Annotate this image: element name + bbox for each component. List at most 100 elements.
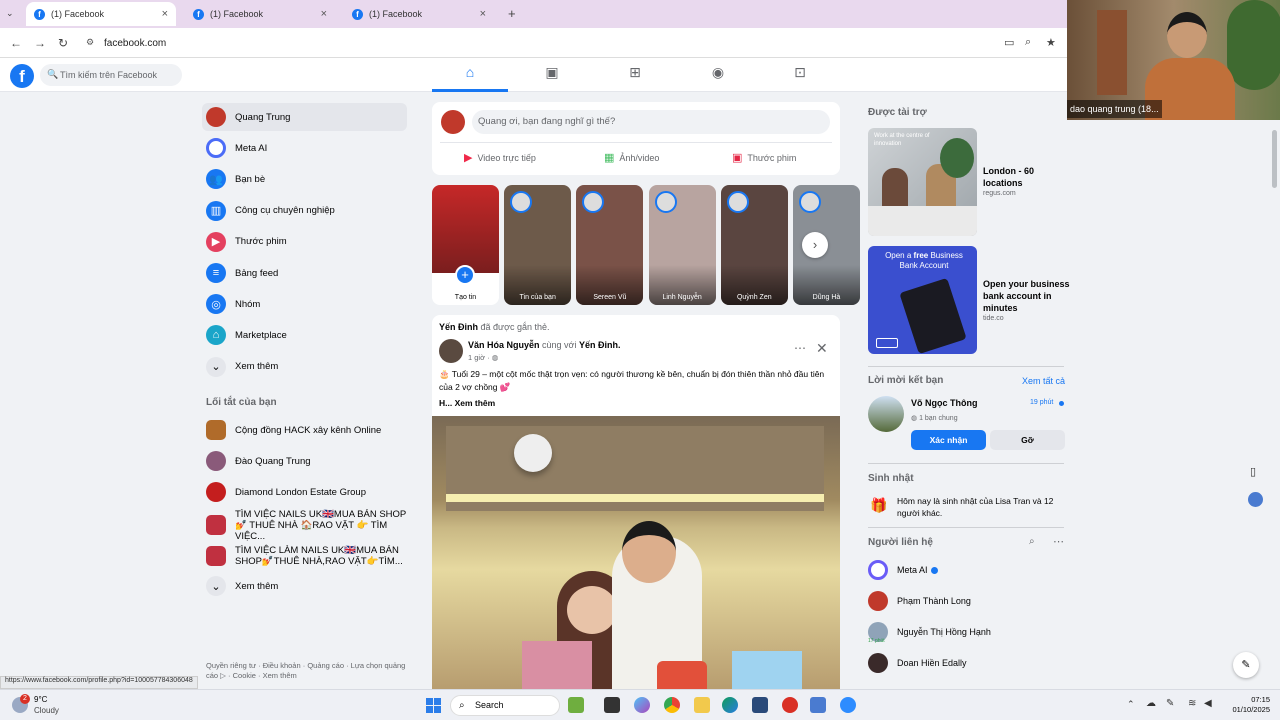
url-field[interactable]: ⚙ facebook.com — [80, 33, 1000, 53]
story-card[interactable]: Quỳnh Zen — [720, 185, 788, 305]
nav-video-tab[interactable]: ▣ — [514, 64, 590, 92]
birthday-text[interactable]: Hôm nay là sinh nhật của Lisa Tran và 12… — [897, 495, 1067, 519]
sidebar-item[interactable]: ▥ Công cụ chuyên nghiệp — [202, 197, 407, 225]
nav-marketplace-tab[interactable]: ⊞ — [597, 64, 673, 92]
post-photo[interactable] — [432, 416, 840, 695]
taskbar-widget-icon[interactable] — [568, 697, 584, 713]
chrome-icon[interactable] — [664, 697, 680, 713]
shortcut-item[interactable]: TÌM VIỆC LÀM NAILS UK🇬🇧MUA BÁN SHOP💅THUÊ… — [202, 541, 407, 571]
file-explorer-icon[interactable] — [694, 697, 710, 713]
shortcut-item[interactable]: TÌM VIỆC NAILS UK🇬🇧MUA BÁN SHOP 💅 THUÊ N… — [202, 509, 407, 542]
clock[interactable]: 07:15 01/10/2025 — [1226, 695, 1270, 715]
browser-tab[interactable]: f (1) Facebook × — [185, 2, 335, 26]
see-all-link[interactable]: Xem tất cả — [1022, 376, 1065, 386]
browser-tab[interactable]: f (1) Facebook × — [344, 2, 494, 26]
post-author-avatar[interactable] — [439, 339, 463, 363]
friend-request-name[interactable]: Võ Ngọc Thông — [911, 398, 978, 408]
task-view-icon[interactable] — [604, 697, 620, 713]
copilot-icon[interactable] — [634, 697, 650, 713]
footer-links[interactable]: Quyền riêng tư · Điều khoản · Quảng cáo … — [206, 661, 406, 681]
tray-pen-icon[interactable]: ✎ — [1166, 698, 1174, 709]
contact-item[interactable]: Doan Hiền Edally — [868, 651, 967, 675]
story-card[interactable]: Sereen Vũ — [576, 185, 644, 305]
post-close-icon[interactable]: ✕ — [816, 340, 828, 357]
composer-action-button[interactable]: ▦ Ảnh/video — [604, 151, 659, 164]
nav-home-tab[interactable]: ⌂ — [432, 64, 508, 92]
nav-groups-tab[interactable]: ◉ — [680, 64, 756, 92]
cast-icon[interactable]: ▭ — [1004, 36, 1014, 49]
shortcuts-see-more[interactable]: ⌄ Xem thêm — [202, 572, 407, 600]
reload-icon[interactable]: ↻ — [58, 36, 68, 50]
site-settings-icon[interactable]: ⚙ — [86, 37, 94, 48]
weather-temp[interactable]: 9°C — [34, 695, 47, 704]
facebook-logo[interactable]: f — [10, 64, 34, 88]
taskbar-search-box[interactable]: ⌕ Search — [450, 695, 560, 716]
zoom-app-icon[interactable] — [840, 697, 856, 713]
sidebar-item[interactable]: Quang Trung — [202, 103, 407, 131]
story-avatar-ring — [799, 191, 821, 213]
tray-chevron-up-icon[interactable]: ⌃ — [1127, 699, 1135, 710]
search-input[interactable]: 🔍 Tìm kiếm trên Facebook — [40, 64, 182, 86]
story-label: Sereen Vũ — [593, 294, 627, 301]
shortcut-item[interactable]: Cộng đồng HACK xây kênh Online — [202, 416, 407, 444]
browser-tab[interactable]: f (1) Facebook × — [26, 2, 176, 26]
post-time[interactable]: 1 giờ · ◍ — [468, 353, 498, 362]
ad-title-regus[interactable]: London - 60 locations — [983, 165, 1073, 189]
back-arrow-icon[interactable]: ← — [10, 36, 22, 50]
contacts-search-icon[interactable]: ⌕ — [1029, 536, 1035, 547]
sidebar-item[interactable]: Meta AI — [202, 134, 407, 162]
sidebar-item[interactable]: ▶ Thước phim — [202, 228, 407, 256]
new-message-edit-icon[interactable]: ✎ — [1233, 652, 1259, 678]
post-with-name[interactable]: Yến Đinh. — [579, 340, 621, 350]
tab-close-icon[interactable]: × — [321, 8, 327, 20]
contact-item[interactable]: Nguyễn Thị Hồng Hạnh 17 phút — [868, 620, 991, 644]
stories-next-chevron-icon[interactable]: › — [802, 232, 828, 258]
friend-request-avatar[interactable] — [868, 396, 904, 432]
nav-gaming-tab[interactable]: ⊡ — [762, 64, 838, 92]
contacts-more-icon[interactable]: ⋯ — [1053, 535, 1064, 548]
story-card[interactable]: + Tạo tin — [432, 185, 499, 305]
sidebar-item[interactable]: ⌄ Xem thêm — [202, 353, 407, 381]
ad-image-tide[interactable]: Open a free Business Bank Account — [868, 246, 977, 354]
new-tab-plus-icon[interactable]: + — [508, 6, 516, 21]
sidebar-item[interactable]: 👥 Bạn bè — [202, 165, 407, 193]
confirm-friend-button[interactable]: Xác nhận — [911, 430, 986, 450]
composer-avatar[interactable] — [441, 110, 465, 134]
tab-close-icon[interactable]: × — [162, 8, 168, 20]
volume-icon[interactable]: ◀ — [1204, 698, 1212, 709]
story-card[interactable]: Tin của bạn — [504, 185, 572, 305]
composer-action-button[interactable]: ▶ Video trực tiếp — [464, 151, 536, 164]
contact-item[interactable]: Phạm Thành Long — [868, 589, 971, 613]
tray-cloud-icon[interactable]: ☁ — [1146, 698, 1156, 709]
composer-action-button[interactable]: ▣ Thước phim — [732, 151, 796, 164]
edge-icon[interactable] — [722, 697, 738, 713]
tab-close-icon[interactable]: × — [480, 8, 486, 20]
delete-request-button[interactable]: Gỡ — [990, 430, 1065, 450]
post-more-options-icon[interactable]: ⋯ — [794, 341, 806, 355]
sidebar-item[interactable]: ◎ Nhóm — [202, 290, 407, 318]
page-scrollbar[interactable] — [1272, 130, 1277, 188]
post-author[interactable]: Văn Hóa Nguyễn — [468, 340, 540, 350]
zoom-icon[interactable]: ⌕ — [1025, 36, 1031, 49]
shortcut-item[interactable]: Đào Quang Trung — [202, 447, 407, 475]
forward-arrow-icon[interactable]: → — [34, 36, 46, 50]
windows-start-icon[interactable] — [426, 698, 441, 713]
shortcut-item[interactable]: Diamond London Estate Group — [202, 478, 407, 506]
reading-list-icon[interactable]: ▯ — [1250, 465, 1256, 478]
contact-item[interactable]: Meta AI — [868, 558, 938, 582]
ad-image-regus[interactable]: Work at the centre of innovation — [868, 128, 977, 236]
ad-title-tide[interactable]: Open your business bank account in minut… — [983, 278, 1073, 314]
app-messenger-icon[interactable] — [810, 697, 826, 713]
store-icon[interactable] — [752, 697, 768, 713]
bookmark-star-icon[interactable]: ★ — [1046, 36, 1056, 49]
post-context-name[interactable]: Yến Đinh — [439, 322, 478, 332]
composer-input[interactable]: Quang ơi, bạn đang nghĩ gì thế? — [472, 110, 830, 134]
wifi-icon[interactable]: ≋ — [1188, 698, 1196, 709]
post-see-more[interactable]: H... Xem thêm — [439, 398, 495, 408]
sidebar-item[interactable]: ⌂ Marketplace — [202, 321, 407, 349]
extension-globe-icon[interactable] — [1248, 492, 1263, 507]
story-card[interactable]: Linh Nguyễn — [648, 185, 716, 305]
tab-search-chevron-icon[interactable]: ⌄ — [6, 8, 14, 19]
sidebar-item[interactable]: ≡ Bảng feed — [202, 259, 407, 287]
app-red-icon[interactable] — [782, 697, 798, 713]
